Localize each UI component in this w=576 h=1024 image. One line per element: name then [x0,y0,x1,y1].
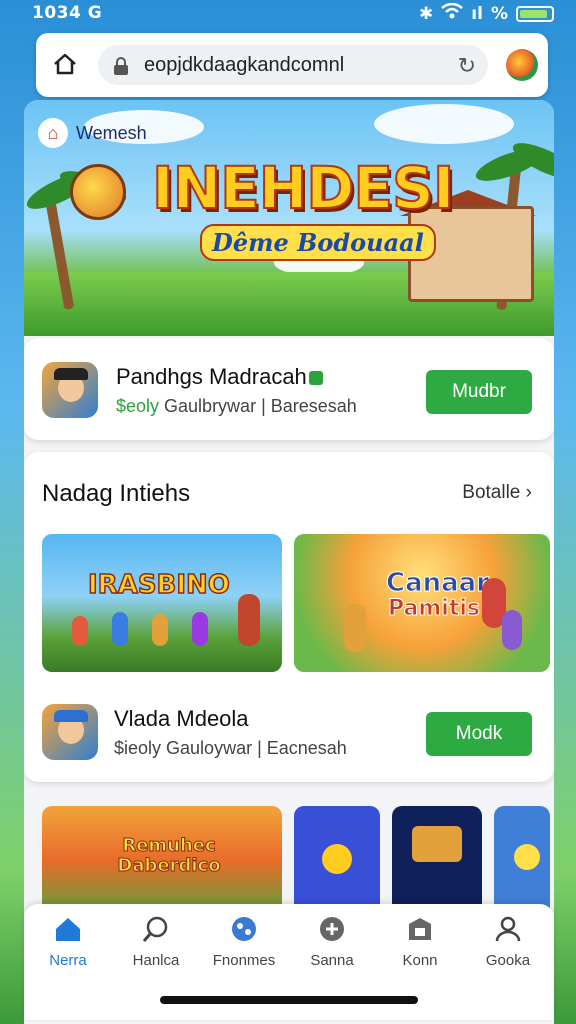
bluetooth-icon: ✱ [419,3,434,24]
library-icon [405,914,435,944]
second-app-button[interactable]: Modk [426,712,532,756]
nav-label: Sanna [310,952,354,969]
nav-item-search[interactable]: Hanlca [112,914,200,969]
nav-label: Nerra [49,952,87,969]
thumbnail-subtitle: Pamitis [388,596,481,622]
app-title: Vlada Mdeola [114,706,249,731]
nav-item-games[interactable]: Fnonmes [200,914,288,969]
section-card: Nadag Intiehs Botalle › IRASBINO Canaar … [24,452,554,782]
verified-icon [308,371,323,386]
nav-item-home[interactable]: Nerra [24,914,112,969]
thumbnail-title: IRASBINO [87,569,230,601]
nav-item-profile[interactable]: Gooka [464,914,552,969]
avatar[interactable] [506,49,538,81]
status-time: 1034 G [32,3,103,23]
featured-app-card[interactable]: Pandhgs Madracah $eoly Gaulbrywar | Bare… [24,338,554,440]
game-thumbnail[interactable]: IRASBINO [42,534,282,672]
home-icon[interactable] [50,49,80,79]
app-subtitle: $eoly Gaulbrywar | Baresesah [116,396,357,416]
status-bar: 1034 G ✱ ıl % [0,0,576,28]
profile-icon [493,914,523,944]
chevron-right-icon: › [525,482,532,503]
lock-icon [112,56,130,81]
nav-item-library[interactable]: Konn [376,914,464,969]
app-thumbnail[interactable] [392,806,482,916]
hero-title: INEHDESI [151,153,455,223]
main-content: ⌂ Wemesh INEHDESI Dême Bodouaal Pandhgs … [24,100,554,1024]
home-indicator[interactable] [160,996,418,1004]
reload-icon[interactable]: ↻ [458,53,476,79]
game-thumbnail[interactable]: Canaar Pamitis [294,534,550,672]
address-bar[interactable]: eopjdkdaagkandcomnl ↻ [98,45,488,85]
see-all-link[interactable]: Botalle › [462,482,532,504]
wifi-icon [441,2,464,24]
nav-label: Fnonmes [212,952,276,969]
signal-icon: ıl [471,3,483,24]
section-title: Nadag Intiehs [42,480,191,507]
hero-subtitle: Dême Bodouaal [200,224,436,261]
app-thumbnail[interactable] [494,806,550,916]
games-icon [229,914,259,944]
bottom-navigation: Nerra Hanlca Fnonmes Sanna Konn Gooka [24,904,554,1020]
nav-label: Gooka [485,952,531,969]
app-thumbnail[interactable] [294,806,380,916]
app-icon [42,704,98,760]
app-subtitle: $ieoly Gauloywar | Eacnesah [114,738,347,758]
app-title: Pandhgs Madracah [116,364,323,390]
nav-label: Konn [402,952,438,969]
search-icon [141,914,171,944]
thumbnail-title: Canaar [385,568,490,599]
game-thumbnail[interactable]: Remuhec Daberdico [42,806,282,916]
app-icon [42,362,98,418]
nav-label: Hanlca [132,952,180,969]
brand-logo-icon: ⌂ [38,118,68,148]
browser-toolbar: eopjdkdaagkandcomnl ↻ [36,33,548,97]
battery-icon [516,5,554,22]
thumbnail-title: Remuhec Daberdico [117,835,221,876]
brand-name: Wemesh [76,122,147,143]
url-text: eopjdkdaagkandcomnl [144,54,345,76]
featured-app-button[interactable]: Mudbr [426,370,532,414]
nav-item-discover[interactable]: Sanna [288,914,376,969]
mascot-illustration [70,164,126,220]
battery-percent: % [490,3,508,24]
hero-banner[interactable]: ⌂ Wemesh INEHDESI Dême Bodouaal [24,100,554,336]
discover-icon [317,914,347,944]
home-icon [53,914,83,944]
